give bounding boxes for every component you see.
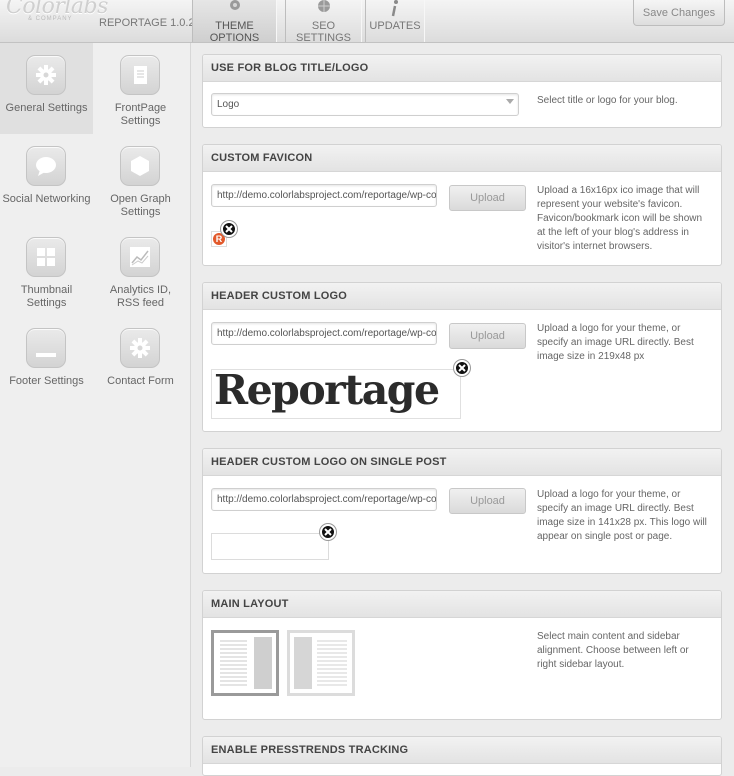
sidebar-item-label: FrontPage Settings (114, 102, 167, 127)
sidebar-item-label: Thumbnail Settings (20, 284, 73, 309)
gear-icon (36, 65, 56, 85)
footer-icon (36, 353, 56, 357)
sidebar-item-label: General Settings (5, 102, 88, 114)
remove-logo-icon[interactable] (454, 360, 470, 376)
sidebar-item-frontpage-settings[interactable]: FrontPage Settings (94, 43, 187, 134)
sidebar-item-footer-settings[interactable]: Footer Settings (0, 316, 93, 407)
close-icon (458, 364, 466, 372)
tab-theme-options[interactable]: THEME OPTIONS (192, 0, 277, 44)
section-description: Upload a logo for your theme, or specify… (537, 323, 694, 362)
gear-icon (229, 0, 240, 10)
tab-label: SEO SETTINGS (295, 20, 351, 44)
layout-right-icon (294, 637, 347, 689)
sidebar-item-social-networking[interactable]: Social Networking (0, 134, 93, 225)
section-title: ENABLE PRESSTRENDS TRACKING (203, 737, 721, 764)
section-title: CUSTOM FAVICON (203, 145, 721, 172)
section-description: Upload a logo for your theme, or specify… (537, 489, 707, 542)
close-icon (225, 225, 233, 233)
speech-bubble-icon (36, 157, 56, 176)
top-bar: Colorlabs & COMPANY REPORTAGE 1.0.2 THEM… (0, 0, 734, 44)
close-icon (324, 528, 332, 536)
sidebar: General Settings FrontPage Settings Soci… (0, 43, 191, 767)
select-value: Logo (217, 99, 240, 110)
section-main-layout: MAIN LAYOUT Select main content and side… (202, 590, 722, 720)
favicon-upload-button[interactable]: Upload (449, 185, 526, 211)
page-icon (134, 66, 147, 84)
layout-option-content-left[interactable] (211, 630, 279, 696)
sidebar-item-label: Footer Settings (9, 375, 84, 387)
globe-icon (317, 0, 330, 12)
sidebar-item-analytics-rss[interactable]: Analytics ID, RSS feed (94, 225, 187, 316)
brand-subtitle: & COMPANY (28, 16, 73, 22)
logo-url-input[interactable]: http://demo.colorlabsproject.com/reporta… (211, 322, 437, 345)
tab-seo-settings[interactable]: SEO SETTINGS (285, 0, 362, 44)
gear-icon (130, 338, 150, 358)
tab-updates[interactable]: UPDATES (365, 0, 425, 42)
section-description: Upload a 16x16px ico image that will rep… (537, 185, 703, 252)
sidebar-item-label: Open Graph Settings (110, 193, 171, 218)
section-description: Select main content and sidebar alignmen… (537, 631, 689, 670)
sidebar-item-label: Social Networking (2, 193, 91, 205)
logo-preview: Reportage (211, 369, 461, 419)
chevron-down-icon (506, 99, 514, 104)
sidebar-item-contact-form[interactable]: Contact Form (94, 316, 187, 407)
section-title: HEADER CUSTOM LOGO (203, 283, 721, 310)
sidebar-item-general-settings[interactable]: General Settings (0, 43, 93, 134)
layout-option-content-right[interactable] (287, 630, 355, 696)
single-logo-preview (211, 533, 329, 560)
hexagon-icon (131, 156, 149, 176)
section-title: USE FOR BLOG TITLE/LOGO (203, 55, 721, 82)
single-logo-url-input[interactable]: http://demo.colorlabsproject.com/reporta… (211, 488, 437, 511)
tab-label: UPDATES (369, 20, 421, 32)
save-changes-button[interactable]: Save Changes (633, 0, 725, 26)
logo-upload-button[interactable]: Upload (449, 323, 526, 349)
single-logo-upload-button[interactable]: Upload (449, 488, 526, 514)
section-header-custom-logo: HEADER CUSTOM LOGO http://demo.colorlabs… (202, 282, 722, 432)
favicon-url-input[interactable]: http://demo.colorlabsproject.com/reporta… (211, 184, 437, 207)
info-icon (391, 0, 398, 17)
section-title: HEADER CUSTOM LOGO ON SINGLE POST (203, 449, 721, 476)
grid-icon (37, 248, 55, 266)
logo-preview-text: Reportage (214, 369, 440, 414)
section-description: Select title or logo for your blog. (537, 95, 678, 106)
sidebar-item-label: Contact Form (107, 375, 174, 387)
sidebar-item-label: Analytics ID, RSS feed (109, 284, 172, 309)
section-title: MAIN LAYOUT (203, 591, 721, 618)
remove-favicon-icon[interactable] (221, 221, 237, 237)
sidebar-item-thumbnail-settings[interactable]: Thumbnail Settings (0, 225, 93, 316)
layout-left-icon (217, 636, 272, 690)
tab-label: THEME OPTIONS (209, 20, 260, 44)
section-blog-title-logo: USE FOR BLOG TITLE/LOGO Logo Select titl… (202, 54, 722, 128)
title-logo-select[interactable]: Logo (211, 93, 519, 116)
section-header-logo-single-post: HEADER CUSTOM LOGO ON SINGLE POST http:/… (202, 448, 722, 574)
remove-single-logo-icon[interactable] (320, 524, 336, 540)
section-presstrends: ENABLE PRESSTRENDS TRACKING (202, 736, 722, 776)
theme-version: REPORTAGE 1.0.2 (99, 17, 195, 29)
section-custom-favicon: CUSTOM FAVICON http://demo.colorlabsproj… (202, 144, 722, 266)
sidebar-item-open-graph-settings[interactable]: Open Graph Settings (94, 134, 187, 225)
chart-icon (130, 247, 150, 267)
